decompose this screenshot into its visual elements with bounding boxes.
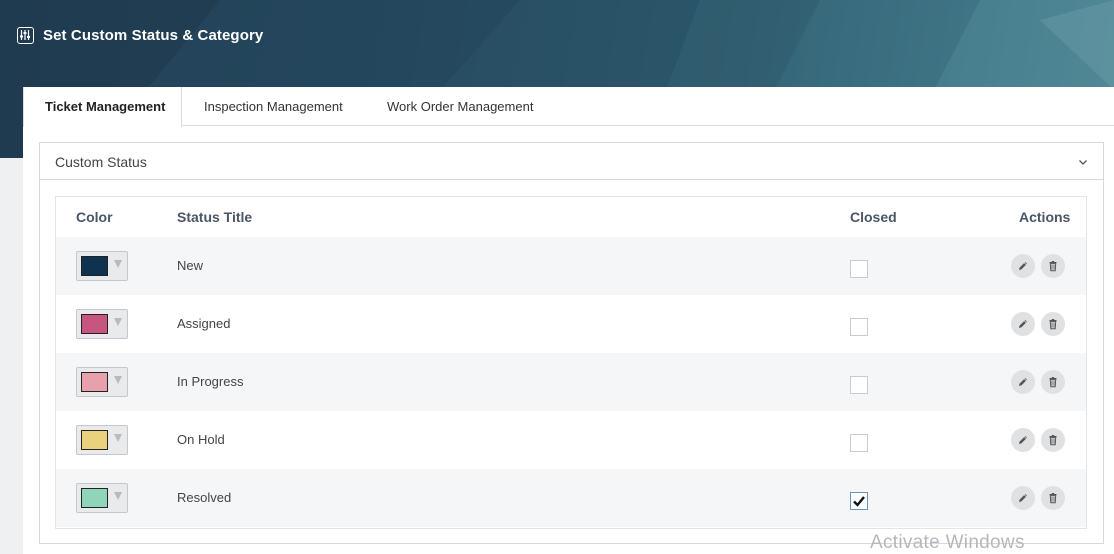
- caret-down-icon: [114, 492, 122, 500]
- tab-ticket-management[interactable]: Ticket Management: [23, 87, 182, 127]
- status-table: Color Status Title Closed Actions New As…: [55, 196, 1087, 529]
- caret-down-icon: [114, 318, 122, 326]
- delete-button[interactable]: [1041, 370, 1065, 394]
- section-title: Custom Status: [55, 154, 147, 170]
- closed-checkbox[interactable]: [850, 318, 868, 336]
- status-title: New: [177, 258, 204, 273]
- column-header-status-title: Status Title: [177, 209, 253, 225]
- edit-button[interactable]: [1011, 486, 1035, 510]
- caret-down-icon: [114, 434, 122, 442]
- color-picker-button[interactable]: [76, 367, 128, 397]
- caret-down-icon: [114, 376, 122, 384]
- column-header-closed: Closed: [850, 209, 897, 225]
- trash-icon: [1049, 319, 1057, 330]
- section-header[interactable]: Custom Status: [40, 143, 1103, 180]
- pencil-icon: [1019, 262, 1027, 270]
- column-header-actions: Actions: [1019, 209, 1071, 225]
- color-swatch: [81, 430, 108, 450]
- pencil-icon: [1019, 378, 1027, 386]
- status-title: On Hold: [177, 432, 225, 447]
- table-row: In Progress: [56, 353, 1086, 411]
- closed-checkbox[interactable]: [850, 434, 868, 452]
- delete-button[interactable]: [1041, 312, 1065, 336]
- column-header-color: Color: [76, 209, 113, 225]
- tab-work-order-management[interactable]: Work Order Management: [387, 87, 533, 126]
- color-swatch: [81, 488, 108, 508]
- closed-checkbox[interactable]: [850, 376, 868, 394]
- page-title: Set Custom Status & Category: [43, 26, 264, 44]
- color-picker-button[interactable]: [76, 483, 128, 513]
- check-icon: [853, 496, 865, 507]
- pencil-icon: [1019, 320, 1027, 328]
- trash-icon: [1049, 493, 1057, 504]
- tab-inspection-management[interactable]: Inspection Management: [204, 87, 343, 126]
- sliders-icon: [17, 26, 34, 44]
- closed-checkbox[interactable]: [850, 260, 868, 278]
- table-row: On Hold: [56, 411, 1086, 469]
- delete-button[interactable]: [1041, 486, 1065, 510]
- color-swatch: [81, 372, 108, 392]
- color-swatch: [81, 314, 108, 334]
- pencil-icon: [1019, 436, 1027, 444]
- table-row: Assigned: [56, 295, 1086, 353]
- main-panel: Ticket Management Inspection Management …: [23, 87, 1114, 554]
- closed-checkbox[interactable]: [850, 492, 868, 510]
- custom-status-section: Custom Status Color Status Title Closed …: [39, 142, 1104, 544]
- edit-button[interactable]: [1011, 254, 1035, 278]
- trash-icon: [1049, 261, 1057, 272]
- caret-down-icon: [114, 260, 122, 268]
- color-swatch: [81, 256, 108, 276]
- chevron-down-icon[interactable]: [1077, 155, 1089, 167]
- page-header: Set Custom Status & Category: [17, 24, 263, 46]
- trash-icon: [1049, 435, 1057, 446]
- table-header: Color Status Title Closed Actions: [56, 197, 1086, 237]
- status-title: In Progress: [177, 374, 244, 389]
- trash-icon: [1049, 377, 1057, 388]
- activation-watermark: Activate Windows: [870, 532, 1025, 553]
- color-picker-button[interactable]: [76, 251, 128, 281]
- delete-button[interactable]: [1041, 428, 1065, 452]
- pencil-icon: [1019, 494, 1027, 502]
- table-row: Resolved: [56, 469, 1086, 527]
- edit-button[interactable]: [1011, 370, 1035, 394]
- edit-button[interactable]: [1011, 312, 1035, 336]
- status-title: Assigned: [177, 316, 231, 331]
- tab-bar: Ticket Management Inspection Management …: [23, 87, 1114, 127]
- table-row: New: [56, 237, 1086, 295]
- delete-button[interactable]: [1041, 254, 1065, 278]
- status-title: Resolved: [177, 490, 232, 505]
- color-picker-button[interactable]: [76, 425, 128, 455]
- edit-button[interactable]: [1011, 428, 1035, 452]
- color-picker-button[interactable]: [76, 309, 128, 339]
